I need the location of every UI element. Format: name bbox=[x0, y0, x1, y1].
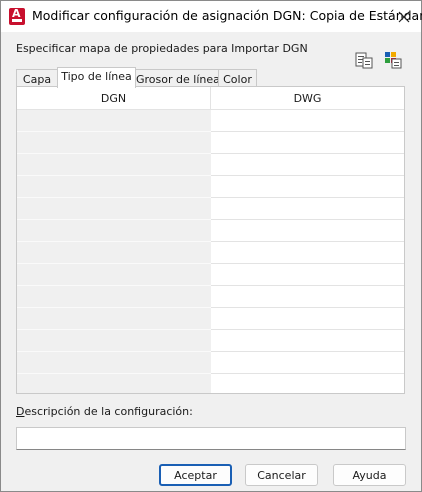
dgn-cell[interactable] bbox=[17, 352, 211, 374]
column-header-dgn[interactable]: DGN bbox=[17, 87, 211, 110]
table-row[interactable] bbox=[17, 220, 404, 242]
cancel-button[interactable]: Cancelar bbox=[245, 464, 318, 486]
dwg-cell[interactable] bbox=[211, 264, 404, 286]
close-icon bbox=[398, 11, 410, 23]
dwg-cell[interactable] bbox=[211, 308, 404, 330]
tab-grosor-de-linea[interactable]: Grosor de línea bbox=[135, 69, 220, 87]
dgn-cell[interactable] bbox=[17, 286, 211, 308]
dialog-window: A Modificar configuración de asignación … bbox=[0, 0, 422, 492]
dwg-cell[interactable] bbox=[211, 286, 404, 308]
dgn-cell[interactable] bbox=[17, 110, 211, 132]
table-row[interactable] bbox=[17, 308, 404, 330]
tab-color[interactable]: Color bbox=[218, 69, 257, 87]
linetype-mapping-grid[interactable]: DGN DWG bbox=[16, 86, 405, 394]
tab-capa[interactable]: Capa bbox=[16, 69, 58, 87]
dwg-cell[interactable] bbox=[211, 198, 404, 220]
table-row[interactable] bbox=[17, 198, 404, 220]
dgn-cell[interactable] bbox=[17, 264, 211, 286]
export-mapping-icon bbox=[385, 52, 402, 69]
description-label-text: escripción de la configuración: bbox=[24, 405, 193, 418]
description-label: Descripción de la configuración: bbox=[16, 405, 193, 418]
dgn-cell[interactable] bbox=[17, 176, 211, 198]
close-button[interactable] bbox=[391, 5, 417, 29]
import-mapping-icon bbox=[355, 52, 373, 69]
dwg-cell[interactable] bbox=[211, 176, 404, 198]
dwg-cell[interactable] bbox=[211, 330, 404, 352]
table-row[interactable] bbox=[17, 242, 404, 264]
import-mapping-button[interactable] bbox=[353, 49, 375, 71]
table-row[interactable] bbox=[17, 286, 404, 308]
dgn-cell[interactable] bbox=[17, 154, 211, 176]
table-row[interactable] bbox=[17, 352, 404, 374]
mapping-section-label: Especificar mapa de propiedades para Imp… bbox=[16, 42, 308, 55]
dwg-cell[interactable] bbox=[211, 242, 404, 264]
grid-body bbox=[17, 110, 404, 393]
title-bar[interactable]: A Modificar configuración de asignación … bbox=[1, 1, 422, 32]
export-mapping-button[interactable] bbox=[382, 49, 404, 71]
table-row[interactable] bbox=[17, 330, 404, 352]
table-row[interactable] bbox=[17, 374, 404, 393]
dgn-cell[interactable] bbox=[17, 132, 211, 154]
window-title: Modificar configuración de asignación DG… bbox=[32, 8, 422, 23]
accept-button[interactable]: Aceptar bbox=[159, 464, 232, 486]
table-row[interactable] bbox=[17, 264, 404, 286]
table-row[interactable] bbox=[17, 132, 404, 154]
autocad-app-icon: A bbox=[9, 8, 25, 25]
table-row[interactable] bbox=[17, 110, 404, 132]
dgn-cell[interactable] bbox=[17, 374, 211, 393]
dwg-cell[interactable] bbox=[211, 374, 404, 393]
dwg-cell[interactable] bbox=[211, 132, 404, 154]
table-row[interactable] bbox=[17, 154, 404, 176]
dwg-cell[interactable] bbox=[211, 352, 404, 374]
column-header-dwg[interactable]: DWG bbox=[211, 87, 404, 110]
description-input[interactable] bbox=[16, 427, 406, 450]
table-row[interactable] bbox=[17, 176, 404, 198]
help-button[interactable]: Ayuda bbox=[333, 464, 406, 486]
dgn-cell[interactable] bbox=[17, 220, 211, 242]
tab-tipo-de-linea[interactable]: Tipo de línea bbox=[57, 67, 136, 88]
dgn-cell[interactable] bbox=[17, 330, 211, 352]
dwg-cell[interactable] bbox=[211, 220, 404, 242]
dgn-cell[interactable] bbox=[17, 198, 211, 220]
dgn-cell[interactable] bbox=[17, 242, 211, 264]
dgn-cell[interactable] bbox=[17, 308, 211, 330]
dwg-cell[interactable] bbox=[211, 110, 404, 132]
dwg-cell[interactable] bbox=[211, 154, 404, 176]
